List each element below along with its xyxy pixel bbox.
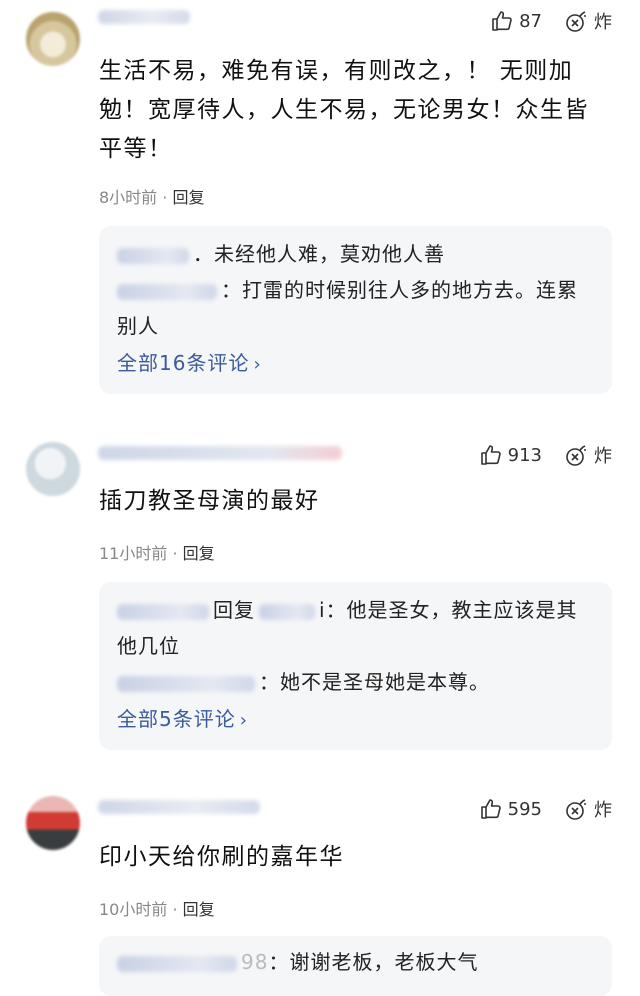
reply-username[interactable] [117,247,189,264]
comment-actions: 87 炸 [490,8,612,34]
thumbs-up-icon [479,443,503,467]
see-all-comments-link[interactable]: 全部5条评论 › [117,700,596,740]
comment-actions: 595 炸 [479,796,612,822]
boom-label: 炸 [594,12,612,33]
reply-username[interactable] [117,955,237,972]
boom-button[interactable]: 炸 [564,8,612,34]
bomb-icon [564,442,590,468]
comment-meta: 10小时前 · 回复 [99,900,215,919]
reply-target-suffix: 98 [241,950,269,974]
avatar[interactable] [26,442,80,496]
reply-username[interactable] [117,675,255,692]
reply-text: ：她不是圣母她是本尊。 [259,670,490,694]
see-all-comments-link[interactable]: 全部16条评论 › [117,344,596,384]
boom-label: 炸 [594,446,612,467]
like-count: 87 [519,10,542,32]
like-button[interactable]: 87 [490,9,542,33]
like-count: 595 [507,798,542,820]
username[interactable] [98,800,260,814]
reply-item[interactable]: ：她不是圣母她是本尊。 [117,664,596,700]
reply-button[interactable]: 回复 [183,900,215,919]
bomb-icon [564,796,590,822]
timestamp: 11小时前 [99,544,168,563]
boom-label: 炸 [594,800,612,821]
reply-item[interactable]: ．未经他人难，莫劝他人善 [117,236,596,272]
boom-button[interactable]: 炸 [564,796,612,822]
like-count: 913 [507,444,542,466]
avatar[interactable] [26,12,80,66]
reply-box: 98：谢谢老板，老板大气 [99,936,612,996]
reply-username[interactable] [117,283,217,300]
comment-text: 生活不易，难免有误，有则改之，！ 无则加勉！宽厚待人，人生不易，无论男女！众生皆… [99,58,589,162]
comment-text: 印小天给你刷的嘉年华 [99,844,344,870]
reply-prefix: 回复 [213,598,255,622]
username[interactable] [98,10,190,24]
thumbs-up-icon [479,797,503,821]
comment-actions: 913 炸 [479,442,612,468]
reply-button[interactable]: 回复 [183,544,215,563]
reply-item[interactable]: 回复 i：他是圣女，教主应该是其他几位 [117,592,596,664]
comment-meta: 11小时前 · 回复 [99,544,215,563]
avatar[interactable] [26,796,80,850]
chevron-right-icon: › [253,354,262,375]
reply-box: 回复 i：他是圣女，教主应该是其他几位 ：她不是圣母她是本尊。 全部5条评论 › [99,582,612,750]
timestamp: 8小时前 [99,188,158,207]
reply-text: ．未经他人难，莫劝他人善 [193,242,445,266]
reply-box: ．未经他人难，莫劝他人善 ：打雷的时候别往人多的地方去。连累别人 全部16条评论… [99,226,612,394]
reply-username[interactable] [117,603,209,620]
username[interactable] [98,446,342,460]
reply-text: ：谢谢老板，老板大气 [268,950,479,974]
comment-text: 插刀教圣母演的最好 [99,488,320,514]
like-button[interactable]: 913 [479,443,542,467]
like-button[interactable]: 595 [479,797,542,821]
boom-button[interactable]: 炸 [564,442,612,468]
thumbs-up-icon [490,9,514,33]
bomb-icon [564,8,590,34]
reply-target-username[interactable] [259,603,315,620]
timestamp: 10小时前 [99,900,168,919]
reply-item[interactable]: 98：谢谢老板，老板大气 [117,944,596,980]
reply-button[interactable]: 回复 [172,188,204,207]
comment-meta: 8小时前 · 回复 [99,188,205,207]
reply-item[interactable]: ：打雷的时候别往人多的地方去。连累别人 [117,272,596,344]
chevron-right-icon: › [239,710,248,731]
